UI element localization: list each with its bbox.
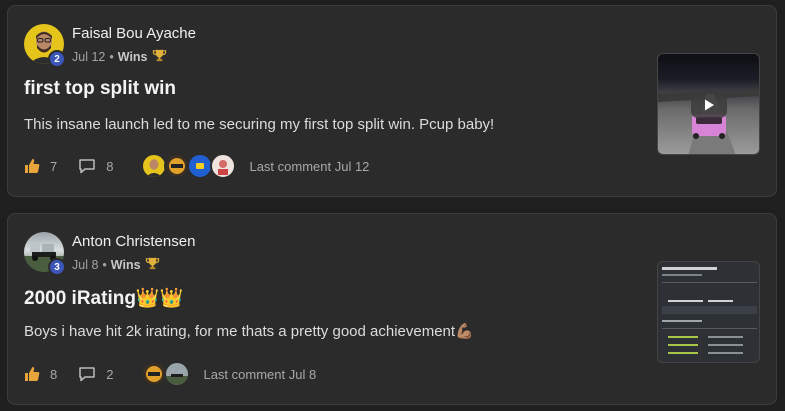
meta-separator: • bbox=[109, 50, 114, 64]
commenter-avatar[interactable] bbox=[164, 361, 191, 387]
last-comment: Last comment Jul 12 bbox=[249, 158, 370, 174]
comment-count: 2 bbox=[106, 366, 114, 382]
post-body: This insane launch led to me securing my… bbox=[24, 116, 495, 133]
last-comment: Last comment Jul 8 bbox=[203, 366, 317, 382]
author-name[interactable]: Faisal Bou Ayache bbox=[72, 25, 196, 42]
thumbs-up-icon[interactable] bbox=[24, 366, 40, 382]
post-footer: 7 8 Last comment Jul 12 bbox=[24, 153, 369, 179]
comment-icon[interactable] bbox=[78, 366, 96, 382]
post-footer: 8 2 Last comment Jul 8 bbox=[24, 361, 316, 387]
category-label[interactable]: Wins bbox=[118, 50, 148, 64]
post-title[interactable]: 2000 iRating👑👑 bbox=[24, 286, 183, 310]
level-badge: 2 bbox=[48, 50, 66, 68]
comment-icon[interactable] bbox=[78, 158, 96, 174]
trophy-icon bbox=[152, 48, 167, 66]
play-icon[interactable] bbox=[691, 92, 727, 118]
post-thumbnail-video[interactable] bbox=[657, 53, 760, 155]
author-avatar[interactable]: 2 bbox=[24, 24, 66, 68]
post-meta: Jul 8 • Wins bbox=[72, 256, 160, 274]
like-count: 8 bbox=[50, 366, 58, 382]
comment-count: 8 bbox=[106, 158, 114, 174]
post-date[interactable]: Jul 12 bbox=[72, 50, 105, 64]
author-name[interactable]: Anton Christensen bbox=[72, 233, 195, 250]
commenter-avatars bbox=[141, 361, 191, 387]
post-date[interactable]: Jul 8 bbox=[72, 258, 98, 272]
thumbs-up-icon[interactable] bbox=[24, 158, 40, 174]
post-meta: Jul 12 • Wins bbox=[72, 48, 167, 66]
post-body: Boys i have hit 2k irating, for me thats… bbox=[24, 323, 474, 340]
commenter-avatar[interactable] bbox=[210, 153, 237, 179]
commenter-avatars bbox=[141, 153, 237, 179]
trophy-icon bbox=[145, 256, 160, 274]
post-card[interactable]: 3 Anton Christensen Jul 8 • Wins 2000 iR… bbox=[7, 213, 777, 405]
category-label[interactable]: Wins bbox=[111, 258, 141, 272]
level-badge: 3 bbox=[48, 258, 66, 276]
like-count: 7 bbox=[50, 158, 58, 174]
post-thumbnail-screenshot[interactable] bbox=[657, 261, 760, 363]
post-title[interactable]: first top split win bbox=[24, 78, 176, 100]
post-card[interactable]: 2 Faisal Bou Ayache Jul 12 • Wins first … bbox=[7, 5, 777, 197]
author-avatar[interactable]: 3 bbox=[24, 232, 66, 276]
meta-separator: • bbox=[102, 258, 107, 272]
